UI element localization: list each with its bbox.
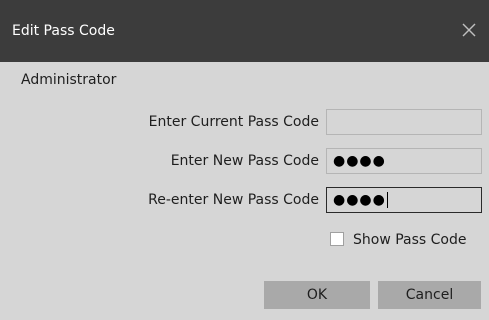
new-pass-code-label: Enter New Pass Code <box>170 153 319 169</box>
reenter-pass-code-label: Re-enter New Pass Code <box>148 192 319 208</box>
close-icon <box>462 23 476 37</box>
show-pass-code-label[interactable]: Show Pass Code <box>353 230 467 250</box>
dialog-title: Edit Pass Code <box>12 23 115 39</box>
ok-button[interactable]: OK <box>264 281 370 309</box>
close-button[interactable] <box>457 18 481 42</box>
section-label-administrator: Administrator <box>21 72 117 88</box>
reenter-pass-code-input[interactable]: ●●●● <box>326 187 482 213</box>
reenter-pass-code-value: ●●●● <box>333 192 386 208</box>
title-bar: Edit Pass Code <box>0 0 489 62</box>
current-pass-code-label: Enter Current Pass Code <box>148 114 319 130</box>
cancel-button[interactable]: Cancel <box>378 281 481 309</box>
edit-pass-code-dialog: Edit Pass Code Administrator Enter Curre… <box>0 0 489 320</box>
show-pass-code-checkbox[interactable] <box>330 232 344 246</box>
current-pass-code-input[interactable] <box>326 109 482 135</box>
dialog-body: Administrator Enter Current Pass Code En… <box>0 62 489 320</box>
text-caret <box>386 192 388 208</box>
new-pass-code-input[interactable]: ●●●● <box>326 148 482 174</box>
new-pass-code-value: ●●●● <box>333 153 386 169</box>
